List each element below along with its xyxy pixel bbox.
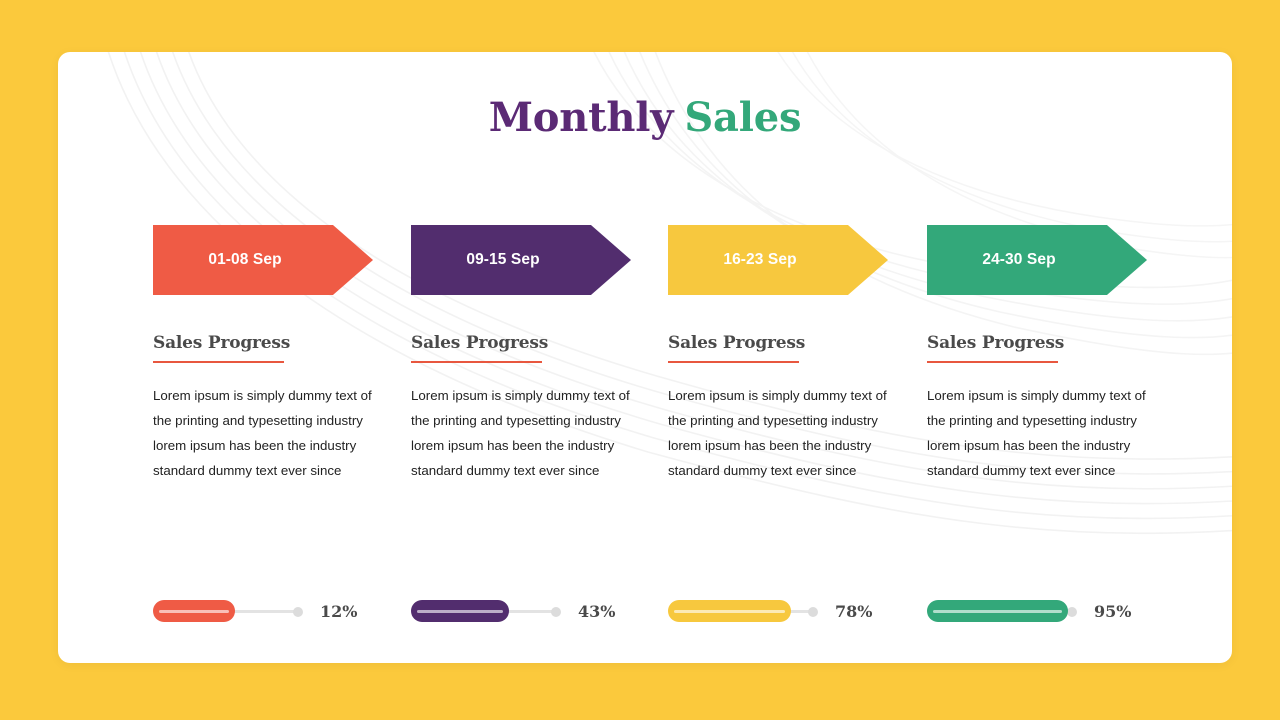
banner-label: 01-08 Sep xyxy=(208,251,282,268)
heading-underline xyxy=(153,361,284,363)
date-range-banner[interactable]: 16-23 Sep xyxy=(668,225,888,295)
progress-track-end-dot xyxy=(293,606,303,617)
progress-bar[interactable] xyxy=(411,600,561,622)
progress-percent-label: 12% xyxy=(320,601,358,621)
heading-underline xyxy=(668,361,799,363)
banner-label: 16-23 Sep xyxy=(723,251,797,268)
progress-row: 12% xyxy=(153,599,357,623)
content-card: Monthly Sales 01-08 Sep Sales Progress Lo… xyxy=(58,52,1232,663)
progress-percent-label: 43% xyxy=(578,601,616,621)
date-range-banner[interactable]: 09-15 Sep xyxy=(411,225,631,295)
progress-column: 09-15 Sep Sales Progress Lorem ipsum is … xyxy=(411,225,669,622)
body-text: Lorem ipsum is simply dummy text of the … xyxy=(153,388,372,478)
heading-underline xyxy=(411,361,542,363)
progress-row: 78% xyxy=(668,599,872,623)
section-heading: Sales Progress xyxy=(668,333,806,353)
progress-track-end-dot xyxy=(808,606,818,617)
date-range-banner[interactable]: 01-08 Sep xyxy=(153,225,373,295)
progress-bar[interactable] xyxy=(153,600,303,622)
title-word-monthly: Monthly xyxy=(488,94,674,141)
section-heading: Sales Progress xyxy=(153,333,291,353)
progress-fill-highlight-line xyxy=(674,610,785,613)
slide-canvas: Monthly Sales 01-08 Sep Sales Progress Lo… xyxy=(0,0,1280,720)
progress-column: 01-08 Sep Sales Progress Lorem ipsum is … xyxy=(153,225,411,622)
progress-column: 24-30 Sep Sales Progress Lorem ipsum is … xyxy=(927,225,1185,622)
progress-row: 95% xyxy=(927,599,1131,623)
banner-label: 09-15 Sep xyxy=(466,251,540,268)
date-range-banner[interactable]: 24-30 Sep xyxy=(927,225,1147,295)
heading-underline xyxy=(927,361,1058,363)
progress-track-end-dot xyxy=(1067,606,1077,617)
title-word-sales: Sales xyxy=(684,94,802,141)
body-text: Lorem ipsum is simply dummy text of the … xyxy=(927,388,1146,478)
progress-percent-label: 95% xyxy=(1094,601,1132,621)
progress-bar[interactable] xyxy=(927,600,1077,622)
progress-column: 16-23 Sep Sales Progress Lorem ipsum is … xyxy=(668,225,926,622)
section-heading: Sales Progress xyxy=(927,333,1065,353)
section-heading: Sales Progress xyxy=(411,333,549,353)
progress-row: 43% xyxy=(411,599,615,623)
progress-bar[interactable] xyxy=(668,600,818,622)
progress-percent-label: 78% xyxy=(835,601,873,621)
progress-fill-highlight-line xyxy=(933,610,1062,613)
body-text: Lorem ipsum is simply dummy text of the … xyxy=(668,388,887,478)
progress-fill-highlight-line xyxy=(159,610,229,613)
progress-track-end-dot xyxy=(551,606,561,617)
body-text: Lorem ipsum is simply dummy text of the … xyxy=(411,388,630,478)
banner-label: 24-30 Sep xyxy=(982,251,1056,268)
page-title: Monthly Sales xyxy=(58,94,1232,141)
progress-fill-highlight-line xyxy=(417,610,503,613)
